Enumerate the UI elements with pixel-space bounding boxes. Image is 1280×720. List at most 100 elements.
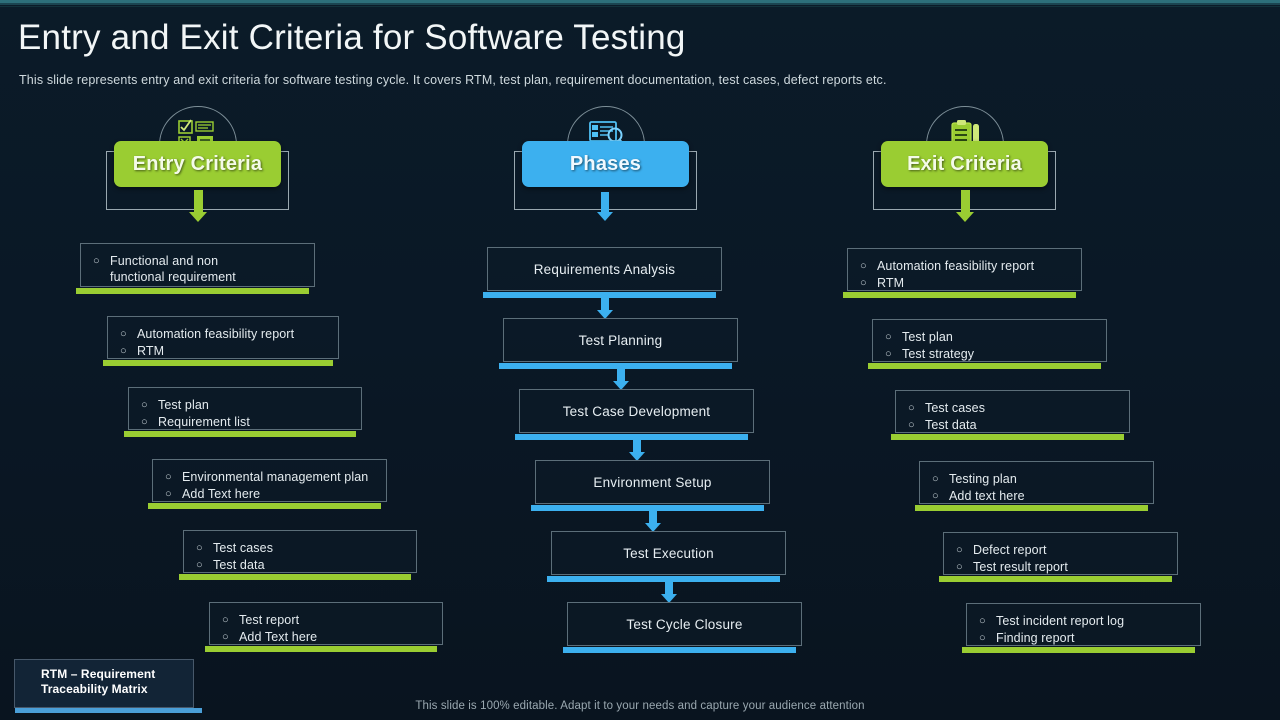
list-item-line2: functional requirement bbox=[110, 270, 236, 284]
list-item-label: Finding report bbox=[996, 631, 1075, 645]
phase-step-box-2[interactable]: Test Planning bbox=[499, 318, 738, 369]
exit-item-box-4[interactable]: ○ Testing plan ○ Add text here bbox=[915, 461, 1154, 511]
bullet-glyph: ○ bbox=[141, 399, 148, 411]
list-item: ○ Test result report bbox=[956, 559, 1177, 575]
phase-flow-arrow-5 bbox=[661, 578, 677, 603]
exit-item-box-6[interactable]: ○ Test incident report log ○ Finding rep… bbox=[962, 603, 1201, 653]
list-item: ○ Test data bbox=[908, 417, 1129, 433]
bullet-glyph: ○ bbox=[93, 255, 100, 267]
box-accent-underline bbox=[148, 503, 381, 509]
exit-item-box-2[interactable]: ○ Test plan ○ Test strategy bbox=[868, 319, 1107, 369]
bullet-glyph: ○ bbox=[222, 631, 229, 643]
phase-flow-arrow-3 bbox=[629, 436, 645, 461]
bullet-glyph: ○ bbox=[932, 473, 939, 485]
phase-step-box-4[interactable]: Environment Setup bbox=[531, 460, 770, 511]
entry-criteria-chip[interactable]: Entry Criteria bbox=[114, 141, 281, 187]
list-item: ○ Test plan bbox=[885, 329, 1106, 345]
list-item: ○ RTM bbox=[860, 275, 1081, 291]
bullet-glyph: ○ bbox=[979, 632, 986, 644]
page-subtitle: This slide represents entry and exit cri… bbox=[19, 73, 887, 87]
phases-label: Phases bbox=[569, 152, 642, 175]
list-item-label: Test strategy bbox=[902, 347, 975, 361]
bullet-glyph: ○ bbox=[956, 544, 963, 556]
box-accent-underline bbox=[76, 288, 309, 294]
bullet-glyph: ○ bbox=[885, 348, 892, 360]
list-item-label: Test result report bbox=[973, 560, 1068, 574]
bullet-glyph: ○ bbox=[196, 542, 203, 554]
phase-flow-arrow-1 bbox=[597, 294, 613, 319]
box-accent-underline bbox=[915, 505, 1148, 511]
list-item: ○ Defect report bbox=[956, 542, 1177, 558]
phase-step-box-1[interactable]: Requirements Analysis bbox=[483, 247, 722, 298]
list-item-label: Test cases bbox=[925, 401, 986, 415]
list-item-label: Defect report bbox=[973, 543, 1047, 557]
entry-item-box-6[interactable]: ○ Test report ○ Add Text here bbox=[205, 602, 443, 652]
bullet-glyph: ○ bbox=[165, 488, 172, 500]
list-item-label: Test data bbox=[925, 418, 977, 432]
phase-step-box-3[interactable]: Test Case Development bbox=[515, 389, 754, 440]
list-item-label: RTM bbox=[877, 276, 905, 290]
phase-flow-arrow-2 bbox=[613, 365, 629, 390]
list-item-label: RTM bbox=[137, 344, 165, 358]
list-item: ○ Test data bbox=[196, 557, 416, 573]
phases-down-arrow bbox=[597, 192, 613, 221]
list-item: ○ Test cases bbox=[908, 400, 1129, 416]
list-item-label: Test data bbox=[213, 558, 265, 572]
bullet-glyph: ○ bbox=[141, 416, 148, 428]
list-item: ○ Finding report bbox=[979, 630, 1200, 646]
page-title: Entry and Exit Criteria for Software Tes… bbox=[18, 18, 686, 57]
phase-step-label: Test Execution bbox=[623, 545, 714, 561]
list-item-label: Add Text here bbox=[239, 630, 318, 644]
list-item-label: Environmental management plan bbox=[182, 470, 369, 484]
bullet-glyph: ○ bbox=[120, 345, 127, 357]
rtm-legend-line1: RTM – Requirement bbox=[41, 667, 156, 681]
footer-note: This slide is 100% editable. Adapt it to… bbox=[415, 700, 865, 712]
box-accent-underline bbox=[205, 646, 437, 652]
bullet-glyph: ○ bbox=[196, 559, 203, 571]
bullet-glyph: ○ bbox=[165, 471, 172, 483]
entry-item-box-3[interactable]: ○ Test plan ○ Requirement list bbox=[124, 387, 362, 437]
box-accent-underline bbox=[891, 434, 1124, 440]
list-item: ○ Automation feasibility report bbox=[120, 326, 338, 342]
phase-step-box-6[interactable]: Test Cycle Closure bbox=[563, 602, 802, 653]
exit-criteria-label: Exit Criteria bbox=[907, 152, 1022, 175]
box-accent-underline bbox=[868, 363, 1101, 369]
list-item: ○ Test cases bbox=[196, 540, 416, 556]
entry-criteria-label: Entry Criteria bbox=[132, 152, 263, 175]
list-item: ○ Requirement list bbox=[141, 414, 361, 430]
exit-item-box-1[interactable]: ○ Automation feasibility report ○ RTM bbox=[843, 248, 1082, 298]
list-item-label: Add text here bbox=[949, 489, 1025, 503]
list-item: ○ Test strategy bbox=[885, 346, 1106, 362]
list-item: ○ Test plan bbox=[141, 397, 361, 413]
phases-chip[interactable]: Phases bbox=[522, 141, 689, 187]
list-item-label: Test incident report log bbox=[996, 614, 1125, 628]
entry-item-box-2[interactable]: ○ Automation feasibility report ○ RTM bbox=[103, 316, 339, 366]
bullet-glyph: ○ bbox=[956, 561, 963, 573]
list-item-label: Test cases bbox=[213, 541, 274, 555]
list-item: ○ Testing plan bbox=[932, 471, 1153, 487]
list-item-label: Automation feasibility report bbox=[877, 259, 1035, 273]
phase-step-label: Environment Setup bbox=[593, 474, 712, 490]
phase-step-label: Test Case Development bbox=[562, 403, 711, 419]
entry-item-box-5[interactable]: ○ Test cases ○ Test data bbox=[179, 530, 417, 580]
box-accent-underline bbox=[179, 574, 411, 580]
exit-item-box-5[interactable]: ○ Defect report ○ Test result report bbox=[939, 532, 1178, 582]
bullet-glyph: ○ bbox=[908, 419, 915, 431]
box-accent-underline bbox=[843, 292, 1076, 298]
bullet-glyph: ○ bbox=[908, 402, 915, 414]
box-accent-underline bbox=[103, 360, 333, 366]
exit-item-box-3[interactable]: ○ Test cases ○ Test data bbox=[891, 390, 1130, 440]
phase-step-label: Test Cycle Closure bbox=[626, 616, 743, 632]
exit-criteria-chip[interactable]: Exit Criteria bbox=[881, 141, 1048, 187]
bullet-glyph: ○ bbox=[860, 277, 867, 289]
list-item-label: Testing plan bbox=[949, 472, 1017, 486]
phase-step-box-5[interactable]: Test Execution bbox=[547, 531, 786, 582]
bullet-glyph: ○ bbox=[932, 490, 939, 502]
exit-down-arrow bbox=[956, 190, 974, 222]
box-accent-underline bbox=[939, 576, 1172, 582]
entry-item-box-4[interactable]: ○ Environmental management plan ○ Add Te… bbox=[148, 459, 387, 509]
list-item-label: Requirement list bbox=[158, 415, 250, 429]
entry-item-box-1[interactable]: ○ Functional and non functional requirem… bbox=[76, 243, 315, 294]
rtm-legend-line2: Traceability Matrix bbox=[41, 682, 148, 696]
list-item-line1: Functional and non bbox=[110, 254, 219, 268]
